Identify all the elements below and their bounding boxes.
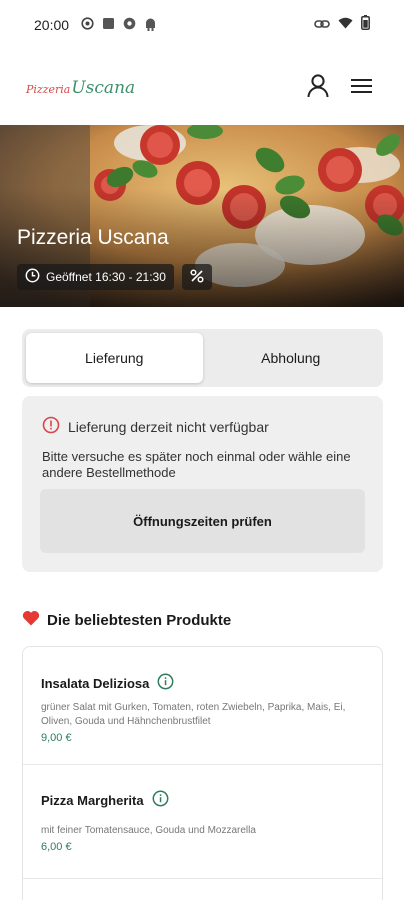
battery-icon xyxy=(361,15,370,35)
user-icon[interactable] xyxy=(307,73,329,103)
notice-headline: Lieferung derzeit nicht verfügbar xyxy=(68,418,269,435)
product-list: Insalata Deliziosa grüner Salat mit Gurk… xyxy=(22,646,383,900)
product-name: Pizza Margherita xyxy=(41,792,144,808)
percent-icon xyxy=(190,268,204,286)
hero-chips: Geöffnet 16:30 - 21:30 xyxy=(17,264,212,290)
popular-products-title: Die beliebtesten Produkte xyxy=(47,611,232,629)
app-square-icon xyxy=(102,17,115,33)
info-icon[interactable] xyxy=(152,790,169,810)
whatsapp-icon xyxy=(81,17,94,33)
discount-chip[interactable] xyxy=(181,264,212,290)
wifi-icon xyxy=(338,16,353,34)
product-price: 6,00 € xyxy=(41,841,72,853)
opening-hours-chip: Geöffnet 16:30 - 21:30 xyxy=(17,264,174,290)
tab-pickup[interactable]: Abholung xyxy=(203,333,380,383)
product-name-row: Insalata Deliziosa xyxy=(41,673,364,693)
link-icon xyxy=(314,16,330,34)
product-price: 9,00 € xyxy=(41,732,72,744)
product-description: mit feiner Tomatensauce, Gouda und Mozza… xyxy=(41,825,256,836)
status-bar: 20:00 xyxy=(0,0,404,50)
product-item[interactable]: Pizza Margherita mit feiner Tomatensauce… xyxy=(23,765,382,879)
status-time: 20:00 xyxy=(34,17,70,33)
heart-icon xyxy=(22,610,40,630)
info-icon[interactable] xyxy=(157,673,174,693)
header-actions xyxy=(307,73,372,103)
status-right xyxy=(314,15,370,35)
product-item[interactable]: Insalata Deliziosa grüner Salat mit Gurk… xyxy=(23,647,382,765)
delivery-unavailable-notice: Lieferung derzeit nicht verfügbar Bitte … xyxy=(22,396,383,572)
order-mode-toggle: Lieferung Abholung xyxy=(22,329,383,387)
tab-delivery[interactable]: Lieferung xyxy=(26,333,203,383)
logo-text-pizzeria: Pizzeria xyxy=(26,83,71,96)
notice-header: Lieferung derzeit nicht verfügbar xyxy=(42,416,363,437)
menu-icon[interactable] xyxy=(351,78,372,99)
logo-text-uscana: Uscana xyxy=(71,78,136,98)
alert-circle-icon xyxy=(42,416,60,437)
app-header: Pizzeria Uscana xyxy=(0,56,404,120)
android-icon xyxy=(144,17,157,34)
popular-products-heading: Die beliebtesten Produkte xyxy=(22,610,231,630)
check-opening-hours-button[interactable]: Öffnungszeiten prüfen xyxy=(40,489,365,553)
product-description: grüner Salat mit Gurken, Tomaten, roten … xyxy=(41,702,346,727)
status-left: 20:00 xyxy=(34,17,157,34)
product-name: Insalata Deliziosa xyxy=(41,675,150,691)
notice-message: Bitte versuche es später noch einmal ode… xyxy=(42,449,351,480)
clock-icon xyxy=(25,268,40,286)
restaurant-name: Pizzeria Uscana xyxy=(17,226,169,249)
brand-logo[interactable]: Pizzeria Uscana xyxy=(26,78,135,98)
chrome-icon xyxy=(123,17,136,33)
opening-hours-text: Geöffnet 16:30 - 21:30 xyxy=(46,270,166,284)
product-name-row: Pizza Margherita xyxy=(41,790,364,810)
